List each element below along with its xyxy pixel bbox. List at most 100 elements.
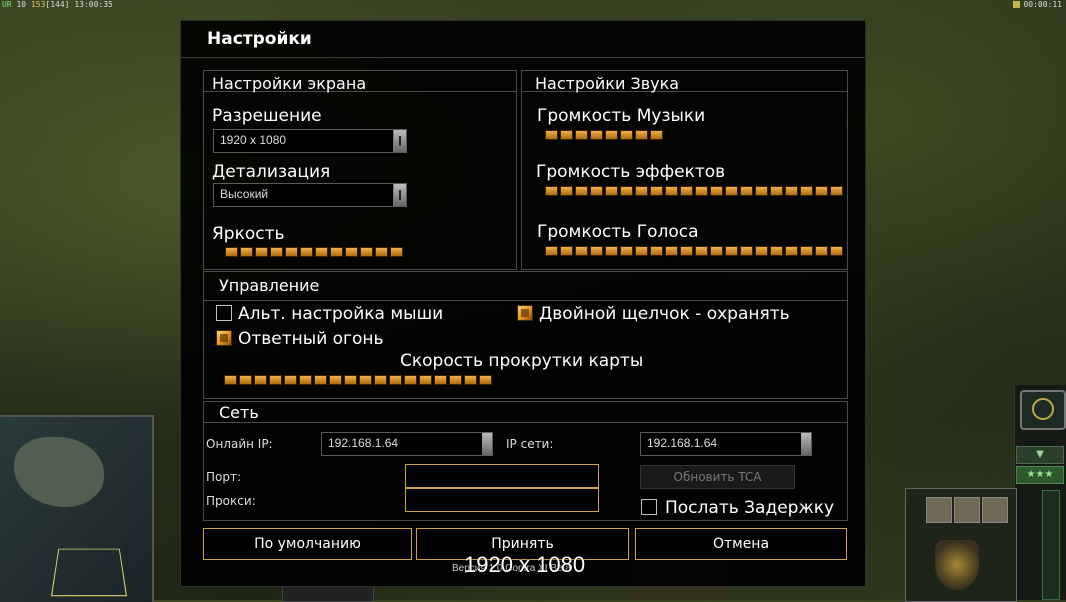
hud-clock: 13:00:35 <box>74 0 113 9</box>
cancel-button[interactable]: Отмена <box>635 528 847 560</box>
slider-segment <box>665 186 678 196</box>
slider-segment <box>755 186 768 196</box>
slider-segment <box>270 247 283 257</box>
hud-stat-c: 153 <box>30 0 46 9</box>
slider-segment <box>434 375 447 385</box>
lan-ip-dropdown[interactable]: 192.168.1.64 <box>640 432 812 456</box>
music-volume-label: Громкость Музыки <box>537 106 706 126</box>
double-click-checkbox[interactable] <box>517 305 533 321</box>
slider-segment <box>545 246 558 256</box>
voice-volume-slider[interactable] <box>545 246 843 256</box>
slider-segment <box>650 246 663 256</box>
slider-segment <box>800 186 813 196</box>
lan-ip-value: 192.168.1.64 <box>647 436 718 450</box>
timer-icon <box>1013 1 1021 8</box>
dropdown-arrow-icon[interactable] <box>393 130 406 152</box>
lan-ip-label: IP сети: <box>506 437 554 451</box>
slider-segment <box>224 375 237 385</box>
double-click-label: Двойной щелчок - охранять <box>539 304 790 324</box>
rank-stars-icon: ★★★ <box>1016 466 1064 484</box>
slider-segment <box>605 186 618 196</box>
proxy-input[interactable] <box>405 488 599 512</box>
proxy-label: Прокси: <box>206 494 256 508</box>
send-delay-checkbox[interactable] <box>641 499 657 515</box>
slider-segment <box>240 247 253 257</box>
slider-segment <box>479 375 492 385</box>
resolution-label: Разрешение <box>212 106 322 126</box>
slider-segment <box>545 186 558 196</box>
slider-segment <box>620 130 633 140</box>
slider-segment <box>635 186 648 196</box>
slider-segment <box>389 375 402 385</box>
network-title: Сеть <box>219 403 259 422</box>
slider-segment <box>315 247 328 257</box>
slider-segment <box>329 375 342 385</box>
unit-slot-icon[interactable] <box>954 497 980 523</box>
hud-stat-a: UR <box>2 0 12 9</box>
brightness-slider[interactable] <box>225 247 403 257</box>
dropdown-arrow-icon[interactable] <box>393 184 406 206</box>
compass-icon[interactable] <box>1020 390 1066 430</box>
dropdown-arrow-icon[interactable] <box>482 433 492 455</box>
slider-segment <box>255 247 268 257</box>
minimap[interactable] <box>0 415 154 602</box>
slider-segment <box>419 375 432 385</box>
slider-segment <box>560 130 573 140</box>
scroll-speed-slider[interactable] <box>224 375 492 385</box>
chevron-down-icon[interactable]: ▼ <box>1016 446 1064 464</box>
unit-slot-icon[interactable] <box>926 497 952 523</box>
slider-segment <box>359 375 372 385</box>
resolution-dropdown[interactable]: 1920 x 1080 <box>213 129 407 153</box>
port-label: Порт: <box>206 470 242 484</box>
sound-settings-title: Настройки Звука <box>535 74 680 93</box>
slider-segment <box>449 375 462 385</box>
slider-segment <box>575 186 588 196</box>
unit-slot-icon[interactable] <box>982 497 1008 523</box>
detail-dropdown[interactable]: Высокий <box>213 183 407 207</box>
slider-segment <box>800 246 813 256</box>
slider-segment <box>785 246 798 256</box>
defaults-button[interactable]: По умолчанию <box>203 528 412 560</box>
minimap-viewport <box>50 548 128 597</box>
return-fire-checkbox[interactable] <box>216 330 232 346</box>
side-build-strip[interactable] <box>1042 490 1060 600</box>
title-divider <box>181 57 865 58</box>
slider-segment <box>390 247 403 257</box>
detail-label: Детализация <box>212 162 331 182</box>
slider-segment <box>785 186 798 196</box>
update-tca-button[interactable]: Обновить TCA <box>640 465 795 489</box>
slider-segment <box>770 186 783 196</box>
effects-volume-slider[interactable] <box>545 186 843 196</box>
slider-segment <box>285 247 298 257</box>
slider-segment <box>575 246 588 256</box>
effects-volume-label: Громкость эффектов <box>536 162 726 182</box>
online-ip-value: 192.168.1.64 <box>328 436 399 450</box>
detail-value: Высокий <box>220 187 269 201</box>
alt-mouse-checkbox[interactable] <box>216 305 232 321</box>
slider-segment <box>345 247 358 257</box>
slider-segment <box>830 186 843 196</box>
slider-segment <box>360 247 373 257</box>
slider-segment <box>650 130 663 140</box>
slider-segment <box>284 375 297 385</box>
music-volume-slider[interactable] <box>545 130 663 140</box>
slider-segment <box>239 375 252 385</box>
port-input[interactable] <box>405 464 599 488</box>
dropdown-arrow-icon[interactable] <box>801 433 811 455</box>
online-ip-dropdown[interactable]: 192.168.1.64 <box>321 432 493 456</box>
slider-segment <box>830 246 843 256</box>
send-delay-label: Послать Задержку <box>665 498 835 518</box>
slider-segment <box>299 375 312 385</box>
slider-segment <box>344 375 357 385</box>
slider-segment <box>740 246 753 256</box>
slider-segment <box>770 246 783 256</box>
slider-segment <box>710 246 723 256</box>
slider-segment <box>225 247 238 257</box>
online-ip-label: Онлайн IP: <box>206 437 273 451</box>
slider-segment <box>680 246 693 256</box>
slider-segment <box>635 130 648 140</box>
slider-segment <box>375 247 388 257</box>
slider-segment <box>330 247 343 257</box>
slider-segment <box>560 186 573 196</box>
minimap-terrain <box>14 437 104 507</box>
